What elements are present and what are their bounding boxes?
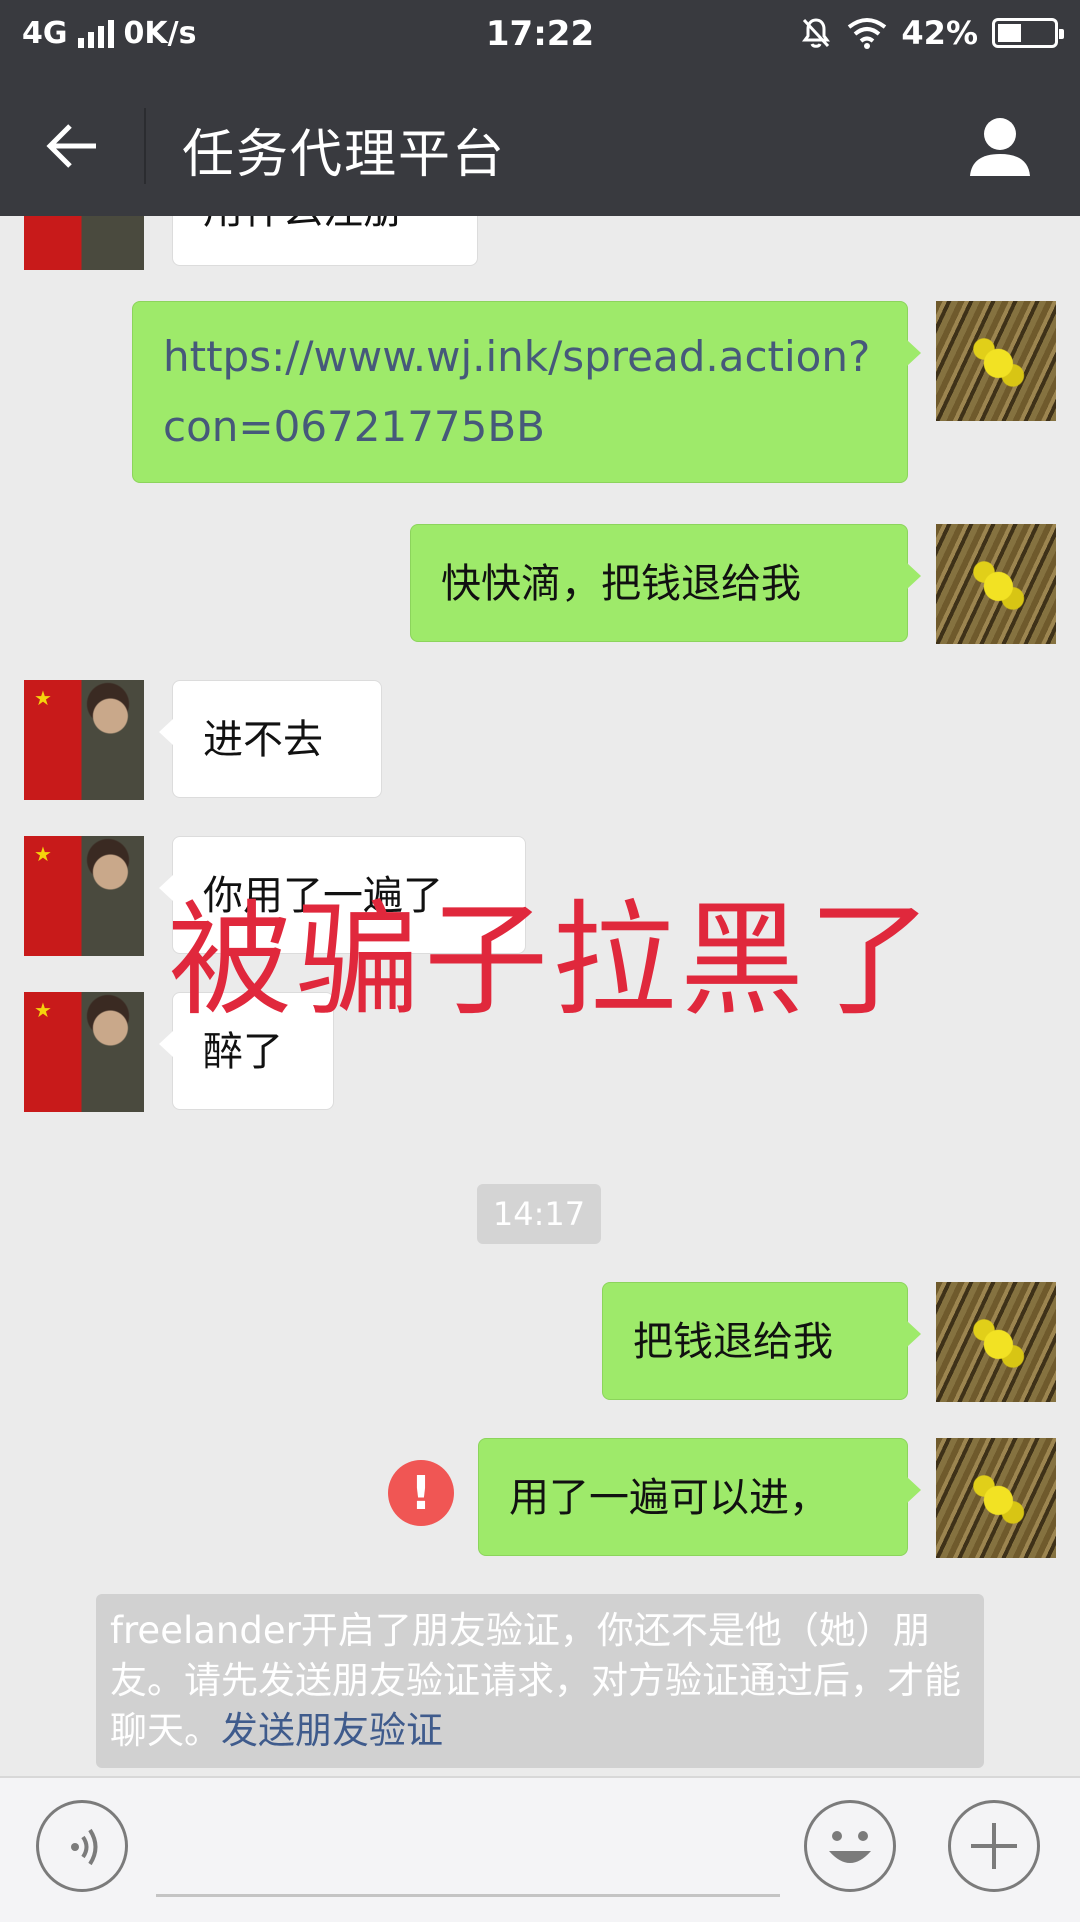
contact-avatar[interactable]: ★ bbox=[24, 216, 144, 270]
voice-button[interactable] bbox=[36, 1800, 128, 1892]
input-bar bbox=[0, 1776, 1080, 1922]
title-divider bbox=[144, 108, 146, 184]
smiley-icon bbox=[829, 1831, 871, 1863]
message-bubble-outgoing[interactable]: 把钱退给我 bbox=[602, 1282, 921, 1400]
message-input[interactable] bbox=[156, 1894, 780, 1897]
voice-icon bbox=[71, 1828, 98, 1866]
wifi-icon bbox=[848, 18, 887, 49]
my-avatar[interactable] bbox=[936, 1282, 1056, 1402]
message-timestamp: 14:17 bbox=[477, 1184, 601, 1244]
friend-verification-notice: freelander开启了朋友验证，你还不是他（她）朋友。请先发送朋友验证请求，… bbox=[96, 1594, 984, 1768]
arrow-left-icon[interactable] bbox=[40, 114, 104, 178]
contact-avatar[interactable]: ★ bbox=[24, 992, 144, 1112]
person-icon[interactable] bbox=[964, 110, 1036, 182]
message-bubble-outgoing[interactable]: https://www.wj.ink/spread.action?con=067… bbox=[132, 301, 921, 483]
battery-percent: 42% bbox=[901, 14, 978, 52]
emoji-button[interactable] bbox=[804, 1800, 896, 1892]
message-bubble-incoming[interactable]: 进不去 bbox=[159, 680, 382, 798]
battery-fill bbox=[998, 24, 1021, 42]
my-avatar[interactable] bbox=[936, 1438, 1056, 1558]
send-failed-icon[interactable]: ! bbox=[388, 1460, 454, 1526]
overlay-caption: 被骗子拉黑了 bbox=[168, 889, 937, 1033]
my-avatar[interactable] bbox=[936, 524, 1056, 644]
mute-bell-icon bbox=[802, 18, 831, 48]
message-bubble-outgoing[interactable]: 用了一遍可以进， bbox=[478, 1438, 921, 1556]
contact-avatar[interactable]: ★ bbox=[24, 680, 144, 800]
plus-icon bbox=[971, 1823, 1017, 1869]
title-bar: 任务代理平台 bbox=[0, 76, 1080, 216]
contact-avatar[interactable]: ★ bbox=[24, 836, 144, 956]
message-bubble-incoming[interactable]: 用什么注册 bbox=[172, 216, 478, 266]
chat-title: 任务代理平台 bbox=[182, 125, 507, 185]
chat-area[interactable]: ★ 用什么注册 https://www.wj.ink/spread.action… bbox=[0, 216, 1080, 1776]
status-bar: 4G 0K/s 17:22 42% bbox=[0, 0, 1080, 76]
battery-icon bbox=[992, 18, 1064, 48]
message-bubble-outgoing[interactable]: 快快滴，把钱退给我 bbox=[410, 524, 921, 642]
my-avatar[interactable] bbox=[936, 301, 1056, 421]
send-verification-link[interactable]: 发送朋友验证 bbox=[221, 1709, 443, 1752]
status-icons: 42% bbox=[799, 14, 1064, 52]
more-button[interactable] bbox=[948, 1800, 1040, 1892]
